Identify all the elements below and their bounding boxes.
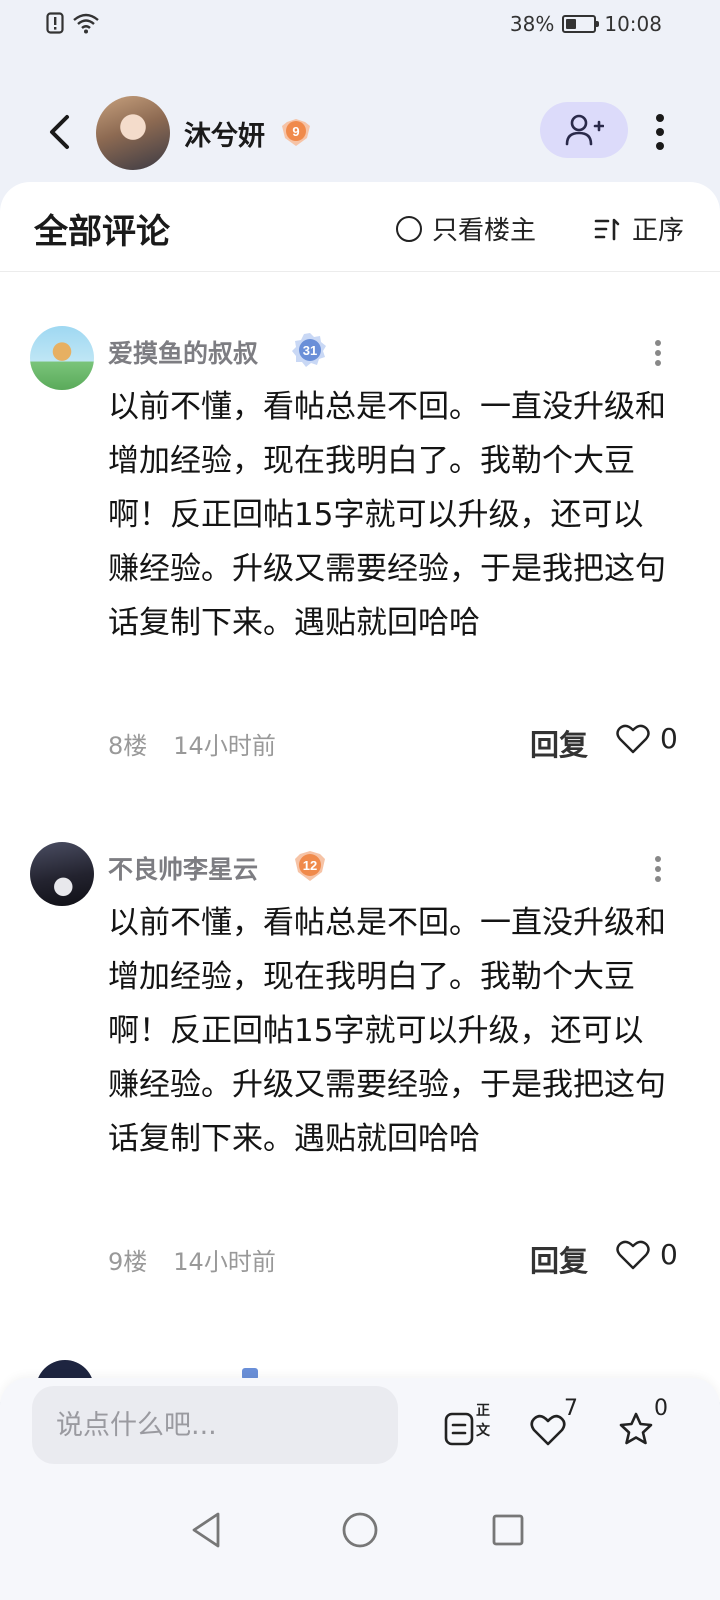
comment-more-button[interactable] bbox=[648, 852, 668, 888]
level-badge-icon: 9 bbox=[282, 119, 310, 146]
heart-icon bbox=[616, 724, 650, 753]
system-nav-bar bbox=[0, 1484, 720, 1600]
only-op-filter[interactable]: 只看楼主 bbox=[396, 210, 536, 247]
nav-home-button[interactable] bbox=[338, 1508, 382, 1552]
chevron-left-icon bbox=[50, 115, 69, 149]
floor-number: 8楼 bbox=[108, 732, 148, 760]
reply-button[interactable]: 回复 bbox=[530, 722, 588, 764]
sort-label: 正序 bbox=[632, 216, 685, 246]
wifi-icon bbox=[73, 13, 99, 34]
floor-number: 9楼 bbox=[108, 1248, 148, 1276]
battery-level bbox=[566, 19, 577, 29]
comment-username[interactable]: 不良帅李星云 bbox=[108, 850, 258, 886]
post-header: 沐兮妍 9 bbox=[0, 88, 720, 178]
document-icon bbox=[444, 1412, 474, 1446]
comment-input[interactable] bbox=[32, 1386, 398, 1464]
comment-text: 以前不懂，看帖总是不回。一直没升级和增加经验，现在我明白了。我勒个大豆啊！反正回… bbox=[108, 389, 666, 641]
circle-home-icon bbox=[342, 1512, 378, 1548]
comment-meta: 8楼 14小时前 bbox=[108, 726, 276, 761]
battery-percent: 38% bbox=[509, 12, 555, 36]
status-icons-right: 38% 10:08 bbox=[510, 12, 662, 36]
battery-icon bbox=[562, 15, 600, 33]
like-button[interactable]: 0 bbox=[616, 1238, 678, 1271]
only-op-label: 只看楼主 bbox=[432, 216, 537, 246]
favorite-count: 0 bbox=[654, 1396, 668, 1421]
nav-recents-button[interactable] bbox=[486, 1508, 530, 1552]
comments-panel: 全部评论 只看楼主 正序 爱摸鱼的叔叔 31 以前不懂，看帖总是不回。一直没升级… bbox=[0, 182, 720, 1402]
view-post-button[interactable]: 正文 bbox=[440, 1400, 500, 1464]
more-vertical-icon bbox=[655, 340, 661, 366]
follow-button[interactable] bbox=[540, 102, 628, 158]
sort-toggle[interactable]: 正序 bbox=[594, 210, 684, 247]
post-like-count: 7 bbox=[564, 1396, 578, 1421]
favorite-button[interactable]: 0 bbox=[618, 1396, 678, 1464]
comment-meta: 9楼 14小时前 bbox=[108, 1242, 276, 1277]
comment-time: 14小时前 bbox=[173, 1248, 276, 1276]
status-icons-left bbox=[46, 12, 100, 34]
add-user-icon bbox=[565, 114, 604, 146]
status-bar: 38% 10:08 bbox=[0, 0, 720, 52]
comment-more-button[interactable] bbox=[648, 336, 668, 372]
comment-level: 12 bbox=[303, 858, 317, 873]
more-options-button[interactable] bbox=[650, 110, 670, 154]
like-post-button[interactable]: 7 bbox=[526, 1396, 586, 1464]
star-icon bbox=[619, 1412, 653, 1445]
comment-level: 31 bbox=[303, 343, 317, 358]
author-level: 9 bbox=[292, 124, 299, 139]
post-label: 正文 bbox=[476, 1403, 490, 1439]
like-count: 0 bbox=[660, 722, 678, 755]
avatar[interactable] bbox=[30, 326, 94, 390]
level-badge-icon: 31 bbox=[292, 333, 326, 367]
comment-text: 以前不懂，看帖总是不回。一直没升级和增加经验，现在我明白了。我勒个大豆啊！反正回… bbox=[108, 905, 666, 1157]
like-button[interactable]: 0 bbox=[616, 722, 678, 755]
author-avatar[interactable] bbox=[96, 96, 170, 170]
comments-header: 全部评论 只看楼主 正序 bbox=[0, 182, 720, 272]
heart-icon bbox=[616, 1240, 650, 1269]
clock: 10:08 bbox=[604, 12, 662, 36]
sort-icon bbox=[594, 218, 620, 240]
nav-back-button[interactable] bbox=[186, 1508, 230, 1552]
like-count: 0 bbox=[660, 1238, 678, 1271]
square-recents-icon bbox=[492, 1514, 524, 1546]
heart-icon bbox=[530, 1414, 566, 1446]
avatar[interactable] bbox=[30, 842, 94, 906]
comments-title: 全部评论 bbox=[34, 212, 170, 252]
radio-icon bbox=[396, 215, 422, 242]
author-name[interactable]: 沐兮妍 bbox=[184, 114, 265, 153]
reply-button[interactable]: 回复 bbox=[530, 1238, 588, 1280]
back-button[interactable] bbox=[40, 110, 80, 154]
bottom-action-bar: 正文 7 0 bbox=[0, 1378, 720, 1484]
alert-icon bbox=[46, 12, 64, 34]
level-badge-icon: 12 bbox=[295, 851, 325, 881]
triangle-back-icon bbox=[192, 1512, 220, 1548]
more-vertical-icon bbox=[656, 114, 664, 150]
comment-username[interactable]: 爱摸鱼的叔叔 bbox=[108, 334, 258, 370]
more-vertical-icon bbox=[655, 856, 661, 882]
comment-time: 14小时前 bbox=[173, 732, 276, 760]
